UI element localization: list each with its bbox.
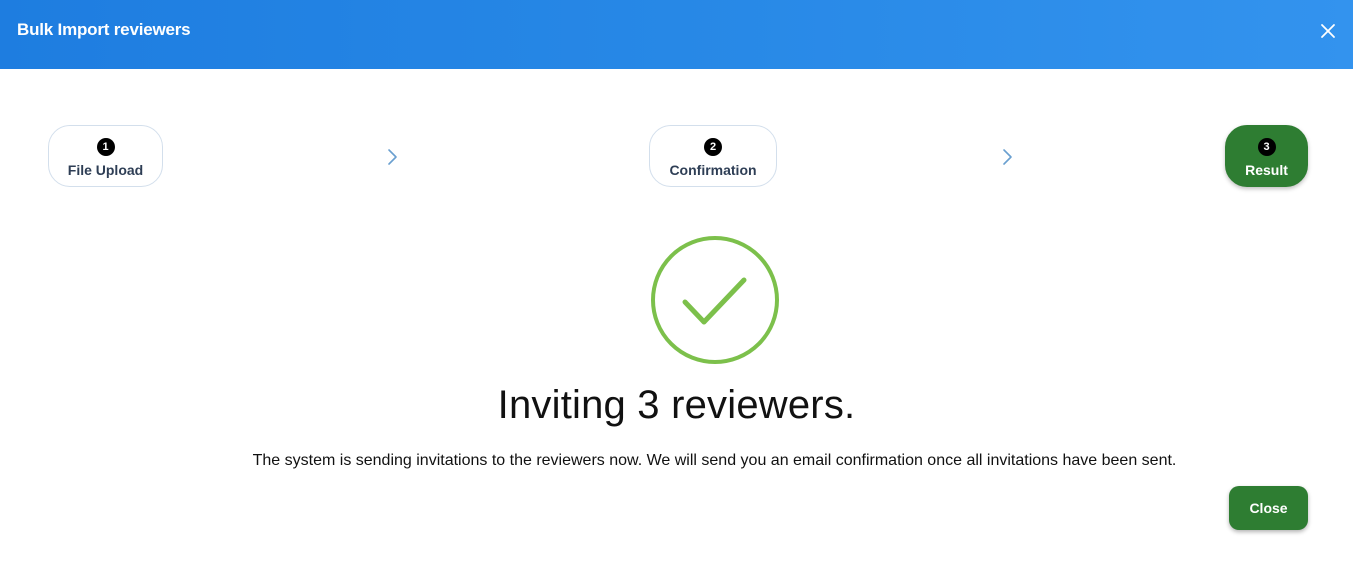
- step-confirmation[interactable]: 2 Confirmation: [649, 125, 777, 187]
- dialog-header: Bulk Import reviewers: [0, 0, 1353, 69]
- result-headline: Inviting 3 reviewers.: [497, 383, 856, 427]
- step-number-badge: 2: [704, 138, 722, 156]
- step-number-badge: 1: [96, 138, 115, 156]
- bulk-import-dialog: Bulk Import reviewers 1 File Upload 2 Co…: [0, 0, 1353, 566]
- chevron-right-icon: [1001, 147, 1013, 167]
- close-icon[interactable]: [1316, 19, 1340, 43]
- result-description: The system is sending invitations to the…: [252, 452, 1177, 469]
- check-circle-icon: [650, 235, 780, 365]
- step-label: File Upload: [67, 162, 144, 178]
- dialog-title: Bulk Import reviewers: [17, 20, 191, 39]
- step-result[interactable]: 3 Result: [1225, 125, 1308, 187]
- chevron-right-icon: [386, 147, 398, 167]
- step-file-upload[interactable]: 1 File Upload: [48, 125, 163, 187]
- step-number-badge: 3: [1257, 138, 1276, 156]
- step-label: Result: [1245, 162, 1288, 178]
- step-label: Confirmation: [669, 162, 757, 178]
- close-button[interactable]: Close: [1229, 486, 1308, 530]
